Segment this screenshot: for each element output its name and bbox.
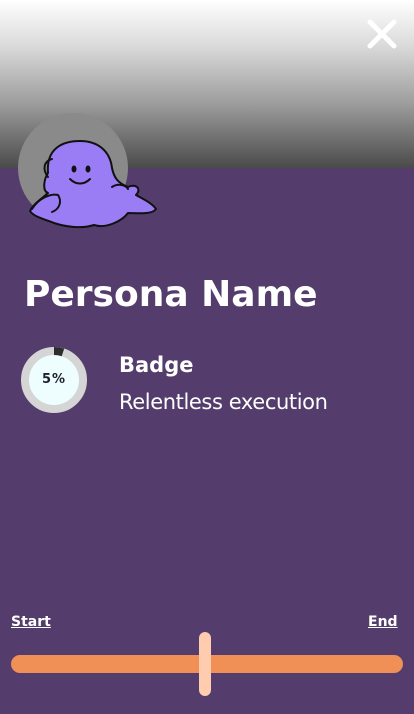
- range-start-link[interactable]: Start: [11, 612, 51, 632]
- badge-description: Relentless execution: [119, 390, 328, 414]
- range-slider-thumb[interactable]: [199, 632, 212, 696]
- badge-title: Badge: [119, 353, 194, 377]
- range-end-link[interactable]: End: [368, 612, 398, 632]
- persona-name: Persona Name: [24, 274, 318, 315]
- persona-screen: Persona Name 5% Badge Relentless executi…: [0, 0, 414, 714]
- avatar: [18, 113, 158, 238]
- badge-progress-label: 5%: [41, 372, 67, 387]
- purple-blob-character-icon: [29, 140, 157, 229]
- close-icon: [367, 19, 397, 49]
- close-button[interactable]: [364, 16, 400, 52]
